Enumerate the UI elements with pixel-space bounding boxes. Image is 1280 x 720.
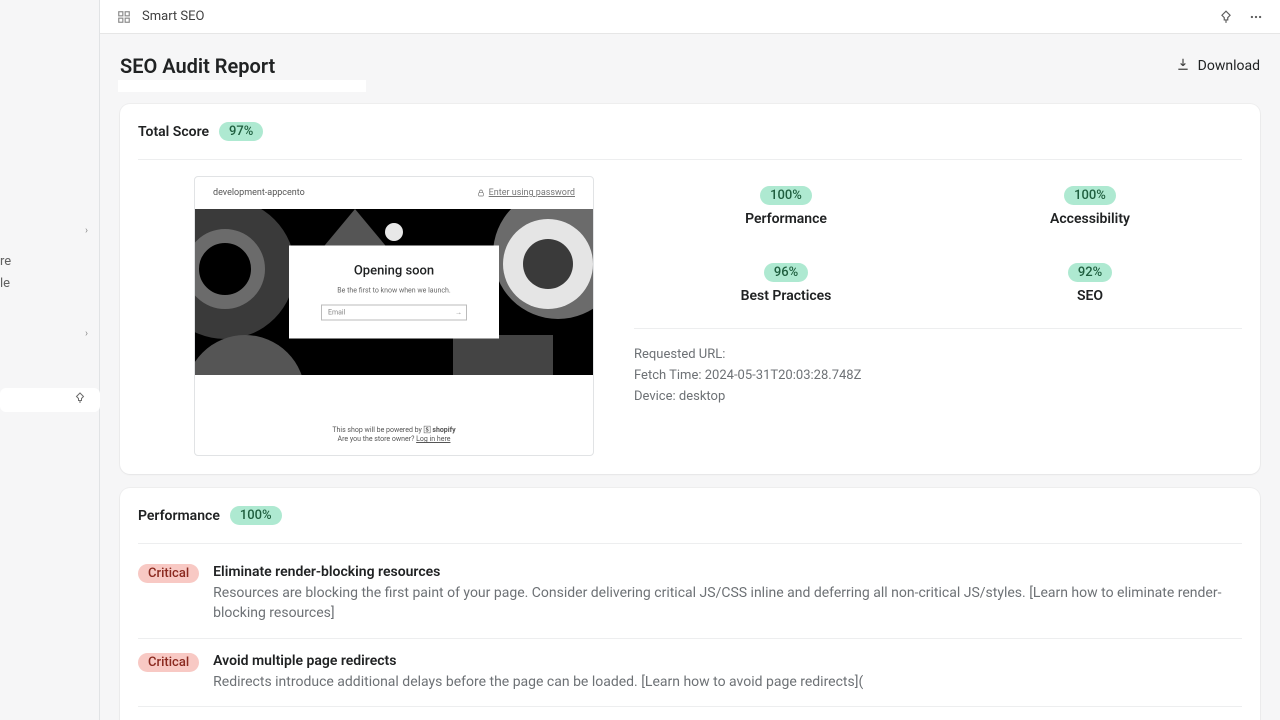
requested-url-label: Requested URL:	[634, 347, 725, 362]
summary-card: Total Score 97% development-appcento Ent…	[120, 104, 1260, 474]
download-button[interactable]: Download	[1176, 57, 1260, 75]
scores-block: 100% Performance 100% Accessibility 96% Best …	[634, 176, 1242, 456]
page-title: SEO Audit Report	[120, 54, 275, 78]
audit-desc: Resources are blocking the first paint o…	[213, 583, 1242, 624]
thumb-subtext: Be the first to know when we launch.	[303, 287, 485, 295]
score-value: 100%	[760, 186, 812, 205]
performance-card: Performance 100% Critical Eliminate rende…	[120, 488, 1260, 720]
thumb-modal: Opening soon Be the first to know when w…	[289, 246, 499, 339]
score-item: 100% Accessibility	[938, 186, 1242, 227]
thumb-site-name: development-appcento	[213, 188, 305, 198]
severity-badge: Critical	[138, 653, 199, 672]
page: SEO Audit Report Download Total Score 97…	[100, 34, 1280, 720]
more-icon[interactable]	[1248, 9, 1264, 25]
fetch-time-label: Fetch Time:	[634, 368, 702, 383]
score-item: 100% Performance	[634, 186, 938, 227]
score-category: SEO	[938, 288, 1242, 304]
app-name: Smart SEO	[142, 9, 204, 24]
sidebar-pinned-row[interactable]	[0, 388, 100, 412]
chevron-right-icon: ›	[85, 226, 88, 237]
sidebar-item-label: le	[0, 276, 10, 291]
score-item: 92% SEO	[938, 263, 1242, 304]
score-value: 96%	[764, 263, 808, 282]
thumb-enter-password: Enter using password	[477, 188, 575, 198]
download-label: Download	[1198, 58, 1260, 74]
score-value: 92%	[1068, 263, 1112, 282]
performance-header: Performance 100%	[138, 506, 1242, 544]
score-category: Performance	[634, 211, 938, 227]
audit-desc: Redirects introduce additional delays be…	[213, 672, 863, 692]
score-category: Accessibility	[938, 211, 1242, 227]
audit-row: WarningAvoid serving legacy JavaScript t…	[138, 706, 1242, 720]
performance-label: Performance	[138, 508, 220, 524]
score-value: 100%	[1064, 186, 1116, 205]
sidebar-item-2[interactable]: le	[0, 276, 100, 291]
sidebar-item-1[interactable]: re	[0, 254, 100, 269]
app-icon	[116, 9, 132, 25]
score-item: 96% Best Practices	[634, 263, 938, 304]
pin-icon[interactable]	[1218, 9, 1234, 25]
device-value: desktop	[679, 389, 725, 404]
thumb-input: Email →	[321, 305, 467, 321]
download-icon	[1176, 57, 1190, 75]
page-header: SEO Audit Report Download	[120, 54, 1260, 78]
score-category: Best Practices	[634, 288, 938, 304]
fetch-time-value: 2024-05-31T20:03:28.748Z	[705, 368, 862, 383]
pin-icon	[74, 392, 86, 407]
audit-row: Critical Eliminate render-blocking resour…	[138, 550, 1242, 638]
audit-row: Critical Avoid multiple page redirects Red…	[138, 638, 1242, 706]
sidebar-item-label: re	[0, 254, 11, 269]
audit-title: Eliminate render-blocking resources	[213, 564, 1242, 580]
meta-lines: Requested URL: Fetch Time: 2024-05-31T20…	[634, 345, 1242, 407]
total-score-badge: 97%	[219, 122, 263, 141]
severity-badge: Critical	[138, 564, 199, 583]
chevron-right-icon: ›	[85, 329, 88, 340]
thumb-footer: This shop will be powered by 🅂 shopify A…	[195, 413, 593, 455]
audit-title: Avoid multiple page redirects	[213, 653, 863, 669]
performance-badge: 100%	[230, 506, 282, 525]
site-thumbnail: development-appcento Enter using passwor…	[194, 176, 594, 456]
topbar: Smart SEO	[100, 0, 1280, 34]
thumb-heading: Opening soon	[303, 264, 485, 279]
total-score-label: Total Score	[138, 124, 209, 140]
device-label: Device:	[634, 389, 676, 404]
sidebar: › re le ›	[0, 0, 100, 720]
summary-header: Total Score 97%	[138, 122, 1242, 160]
